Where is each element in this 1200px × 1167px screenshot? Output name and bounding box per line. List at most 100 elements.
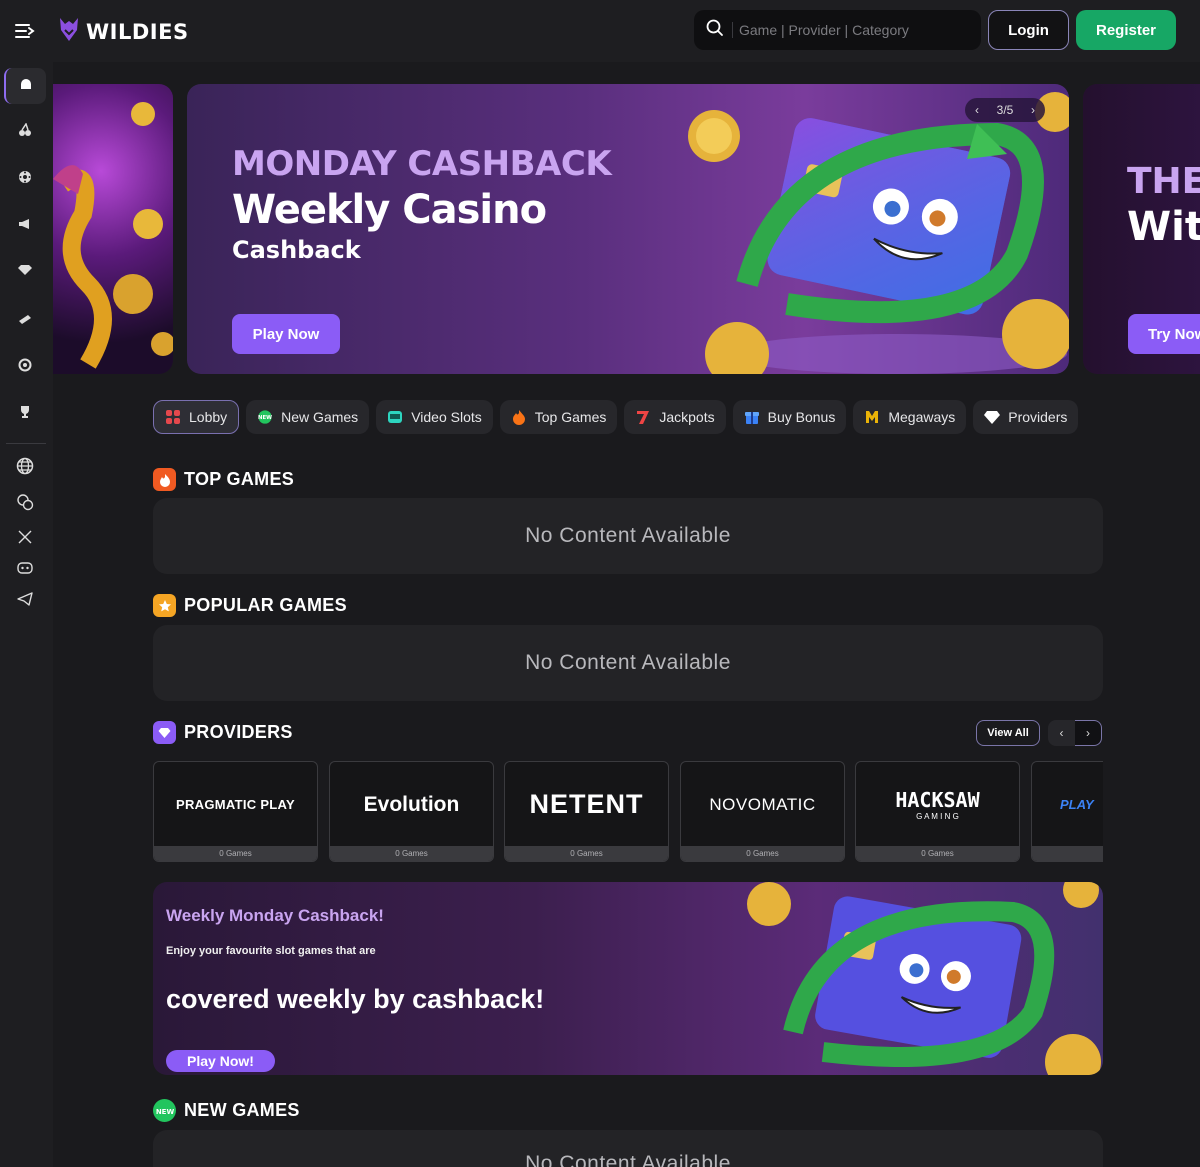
discord-icon	[17, 561, 33, 579]
hero-banner[interactable]: ‹ 3/5 › MONDAY CASHBACK Weekly Casino Ca…	[187, 84, 1069, 374]
sidebar-item-sports[interactable]	[4, 349, 46, 385]
next-slide-title: THE	[1127, 161, 1200, 202]
sidebar-item-tournaments[interactable]	[4, 396, 46, 432]
promo-headline: covered weekly by cashback!	[166, 984, 545, 1014]
seven-icon	[635, 409, 651, 425]
tab-buy-bonus[interactable]: Buy Bonus	[732, 400, 847, 434]
svg-text:NEW: NEW	[258, 415, 272, 421]
diamond-icon	[984, 409, 1001, 425]
section-title: TOP GAMES	[184, 469, 295, 489]
promo-subtitle: Enjoy your favourite slot games that are	[166, 945, 376, 957]
provider-card-novomatic[interactable]: NOVOMATIC 0 Games	[680, 761, 845, 862]
chat-icon	[16, 493, 34, 516]
hero-kicker: MONDAY CASHBACK	[232, 144, 612, 184]
next-slide-try-now-button[interactable]: Try Now	[1128, 314, 1200, 354]
carousel-pager: ‹ 3/5 ›	[965, 98, 1045, 122]
provider-card-hacksaw[interactable]: HACKSAW G A M I N G 0 Games	[855, 761, 1020, 862]
next-slide-subtitle: Wit	[1127, 204, 1200, 250]
snake-artwork	[53, 102, 173, 369]
promo-title: Weekly Monday Cashback!	[166, 906, 384, 925]
tab-video-slots[interactable]: Video Slots	[376, 400, 493, 434]
tab-label: Buy Bonus	[767, 409, 836, 425]
provider-games-count: 0 Games	[681, 846, 844, 861]
tab-jackpots[interactable]: Jackpots	[624, 400, 726, 434]
search-box[interactable]	[694, 10, 981, 50]
provider-name: HACKSAW	[895, 788, 980, 812]
provider-name: NOVOMATIC	[709, 794, 816, 814]
search-input[interactable]	[732, 22, 962, 38]
top-games-header: TOP GAMES	[153, 468, 294, 491]
tab-lobby[interactable]: Lobby	[153, 400, 240, 434]
provider-games-count: 0 Games	[505, 846, 668, 861]
provider-logo: PLAY	[1032, 762, 1103, 847]
tab-label: Jackpots	[659, 409, 715, 425]
hero-title: Weekly Casino	[232, 187, 547, 233]
star-icon	[153, 594, 176, 617]
new-games-header: NEW NEW GAMES	[153, 1099, 300, 1122]
diamond-icon	[153, 721, 176, 744]
provider-subname: G A M I N G	[916, 812, 959, 821]
sidebar-item-live-casino[interactable]	[4, 161, 46, 197]
pager-next-icon[interactable]: ›	[1031, 103, 1035, 117]
tab-providers[interactable]: Providers	[973, 400, 1079, 434]
menu-toggle-icon[interactable]	[14, 20, 36, 42]
provider-card-evolution[interactable]: Evolution 0 Games	[329, 761, 494, 862]
tab-label: Video Slots	[411, 409, 482, 425]
pager-prev-icon[interactable]: ‹	[975, 103, 979, 117]
fire-icon	[511, 409, 527, 425]
register-button[interactable]: Register	[1076, 10, 1176, 50]
tab-megaways[interactable]: Megaways	[853, 400, 967, 434]
sidebar-item-home[interactable]	[4, 68, 46, 104]
previous-slide[interactable]	[53, 84, 173, 374]
provider-games-count: 0	[1032, 846, 1103, 861]
provider-card-play[interactable]: PLAY 0	[1031, 761, 1103, 862]
provider-name: PRAGMATIC PLAY	[175, 797, 296, 812]
cashback-promo-banner[interactable]: Weekly Monday Cashback! Enjoy your favou…	[153, 882, 1103, 1075]
providers-header: PROVIDERS	[153, 721, 293, 744]
hero-play-now-button[interactable]: Play Now	[232, 314, 340, 354]
popular-games-empty: No Content Available	[153, 625, 1103, 701]
new-badge-icon: NEW	[153, 1099, 176, 1122]
promo-play-now-button[interactable]: Play Now!	[166, 1050, 275, 1072]
next-slide[interactable]: THE Wit Try Now	[1083, 84, 1200, 374]
sidebar-item-tickets[interactable]	[4, 302, 46, 338]
ticket-icon	[18, 311, 32, 329]
brand-logo[interactable]: WILDIES	[58, 16, 189, 47]
sidebar-item-telegram[interactable]	[4, 583, 46, 619]
sidebar-item-vip[interactable]	[4, 254, 46, 290]
providers-prev-button[interactable]: ‹	[1048, 720, 1075, 746]
provider-games-count: 0 Games	[856, 846, 1019, 861]
target-icon	[18, 358, 32, 377]
left-sidebar	[0, 62, 53, 1167]
tab-new-games[interactable]: NEW New Games	[246, 400, 370, 434]
tab-top-games[interactable]: Top Games	[499, 400, 618, 434]
sidebar-item-language[interactable]	[4, 450, 46, 486]
pager-count: 3/5	[996, 103, 1014, 117]
slot-machine-icon	[387, 409, 403, 425]
tab-label: New Games	[281, 409, 359, 425]
new-games-empty: No Content Available	[153, 1130, 1103, 1167]
section-title: NEW GAMES	[184, 1100, 300, 1120]
sidebar-item-support[interactable]	[4, 486, 46, 522]
popular-games-header: POPULAR GAMES	[153, 594, 347, 617]
trophy-icon	[18, 405, 32, 424]
category-tabs: Lobby NEW New Games Video Slots Top Game…	[153, 400, 1079, 435]
tab-label: Top Games	[534, 409, 607, 425]
diamond-icon	[18, 263, 32, 281]
login-button[interactable]: Login	[988, 10, 1069, 50]
card-mascot-artwork	[747, 882, 1101, 1075]
sidebar-item-slots[interactable]	[4, 114, 46, 150]
telegram-icon	[17, 591, 33, 611]
sidebar-item-promotions[interactable]	[4, 208, 46, 244]
providers-next-button[interactable]: ›	[1075, 720, 1102, 746]
cherries-icon	[18, 121, 32, 142]
tab-label: Megaways	[888, 409, 956, 425]
provider-card-netent[interactable]: NETENT 0 Games	[504, 761, 669, 862]
dice-icon	[18, 170, 32, 189]
view-all-providers-button[interactable]: View All	[976, 720, 1040, 746]
x-icon	[18, 530, 32, 549]
gift-icon	[744, 409, 760, 425]
card-mascot-artwork	[688, 92, 1069, 374]
provider-card-pragmatic[interactable]: PRAGMATIC PLAY 0 Games	[153, 761, 318, 862]
provider-games-count: 0 Games	[154, 846, 317, 861]
